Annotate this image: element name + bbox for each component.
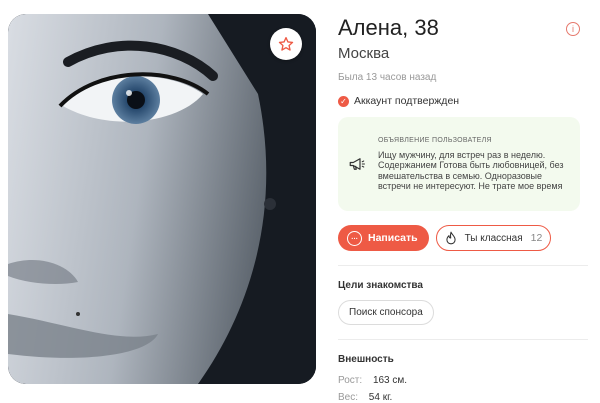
megaphone-icon: [349, 158, 366, 170]
announcement-text: Ищу мужчину, для встреч раз в неделю. Со…: [378, 150, 564, 191]
height-value: 163 см.: [372, 375, 408, 386]
check-icon: ✓: [338, 95, 349, 107]
profile-name-age: Алена, 38: [338, 15, 439, 40]
user-announcement: объявление пользователя Ищу мужчину, для…: [338, 117, 580, 211]
last-seen-text: Была 13 часов назад: [338, 72, 437, 83]
goal-chip-sponsor[interactable]: Поиск спонсора: [338, 300, 434, 325]
appearance-title: Внешность: [338, 354, 394, 365]
announcement-label: объявление пользователя: [378, 137, 492, 145]
verified-badge: ✓ Аккаунт подтвержден: [338, 95, 588, 107]
flame-icon: [446, 231, 456, 245]
compliment-label: Ты классная: [464, 232, 523, 244]
profile-photo[interactable]: [8, 14, 316, 384]
photo-image: [8, 14, 316, 384]
profile-city: Москва: [338, 45, 390, 62]
profile-panel: Алена, 38 i Москва Была 13 часов назад ✓…: [338, 14, 588, 403]
verified-label: Аккаунт подтвержден: [354, 95, 460, 107]
divider: [338, 339, 588, 340]
write-message-button[interactable]: … Написать: [338, 225, 429, 251]
compliment-button[interactable]: Ты классная 12: [435, 225, 552, 251]
star-icon: [278, 37, 294, 51]
height-label: Рост:: [338, 375, 363, 386]
divider: [338, 265, 588, 266]
info-icon[interactable]: i: [566, 22, 580, 36]
goals-title: Цели знакомства: [338, 280, 423, 291]
favorite-button[interactable]: [270, 28, 302, 60]
write-label: Написать: [368, 232, 418, 244]
height-row: Рост: 163 см.: [338, 375, 588, 386]
chat-icon: …: [347, 230, 362, 246]
compliment-count: 12: [530, 232, 543, 244]
